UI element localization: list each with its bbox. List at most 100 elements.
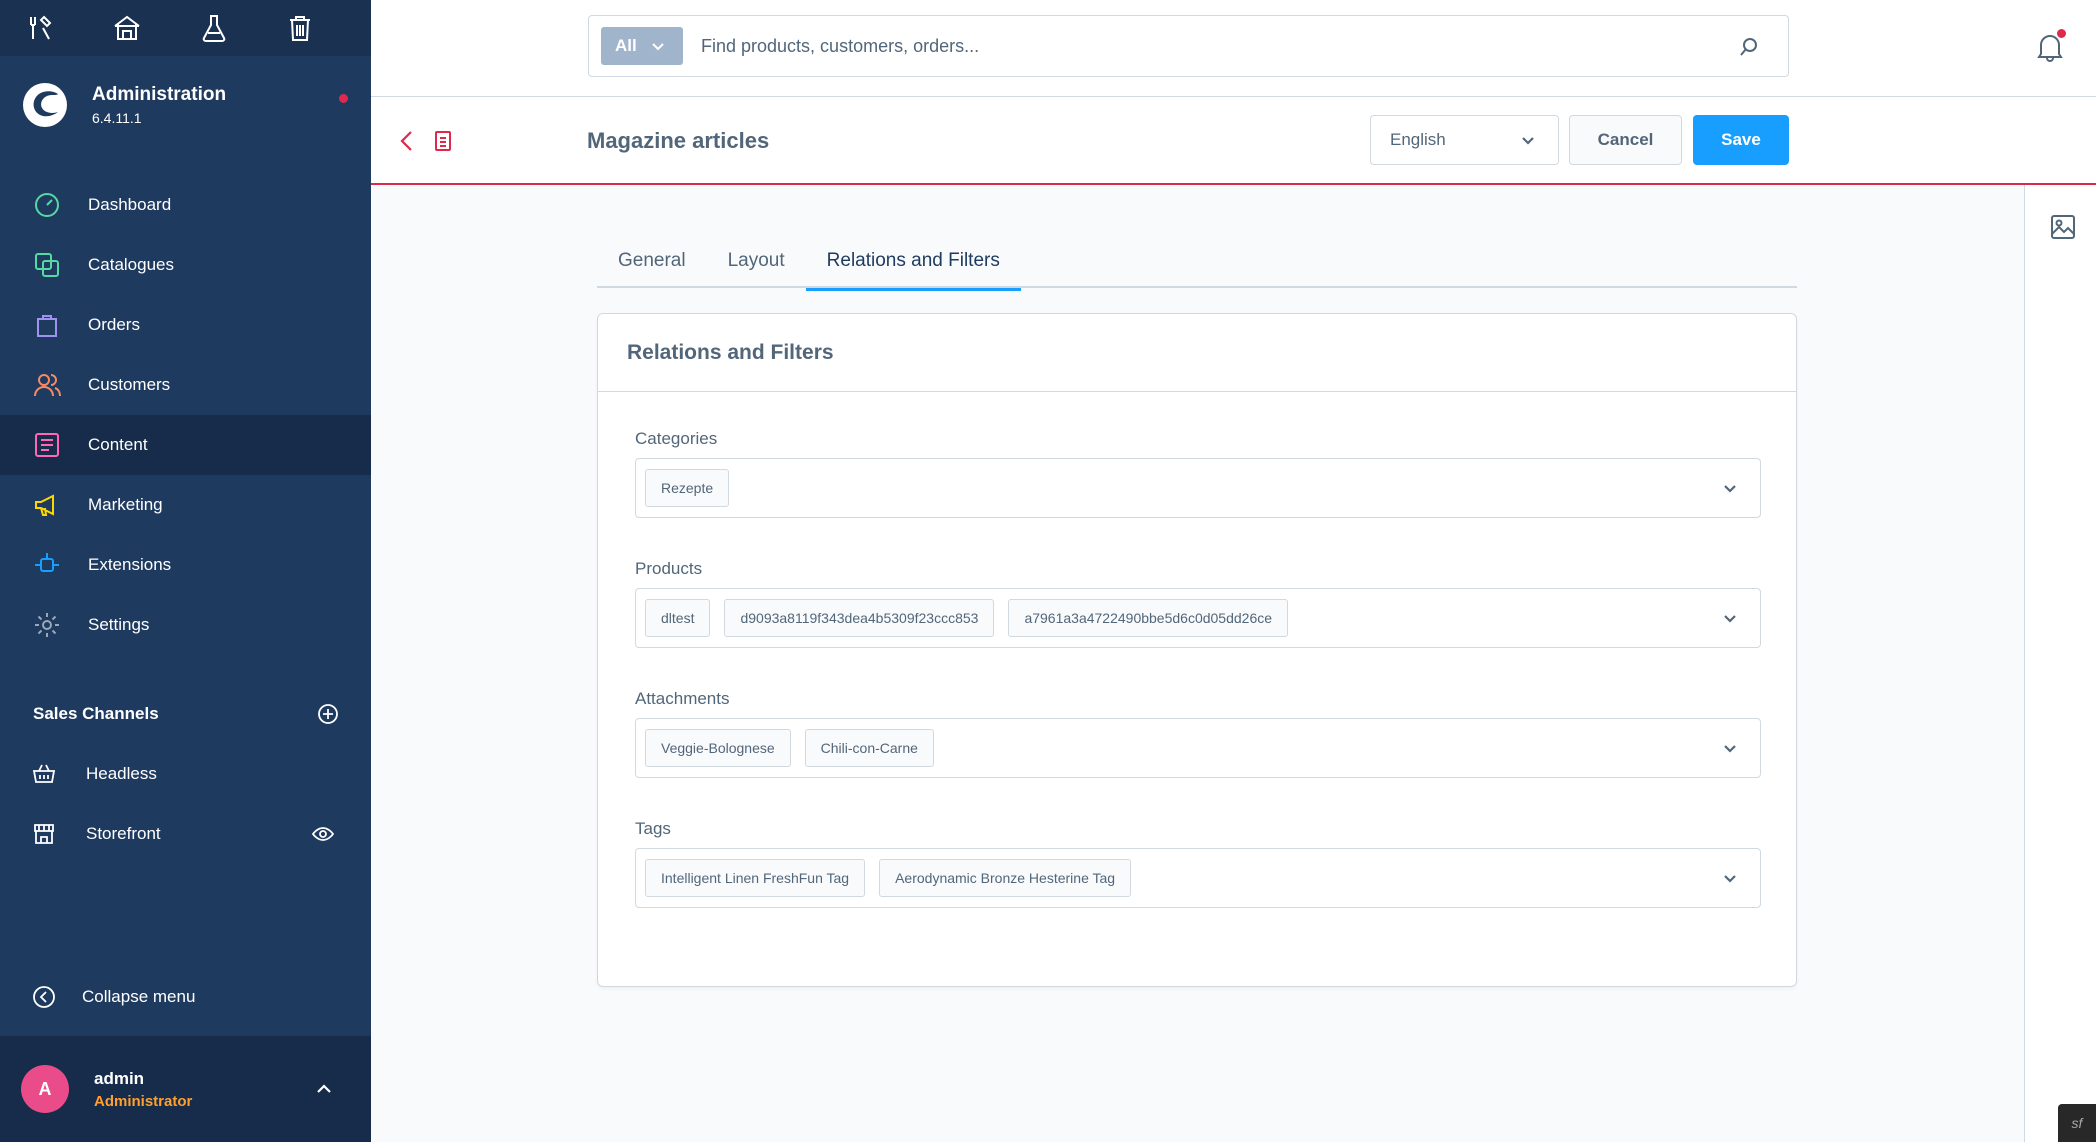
sidebar: Administration 6.4.11.1 Dashboard Catalo… <box>0 0 371 1142</box>
chevron-down-icon[interactable] <box>1722 480 1738 496</box>
selection-chip[interactable]: d9093a8119f343dea4b5309f23ccc853 <box>724 599 995 637</box>
top-bar: All <box>371 0 2096 97</box>
selection-chip[interactable]: Aerodynamic Bronze Hesterine Tag <box>879 859 1132 897</box>
sidebar-right: sf <box>2024 185 2096 1142</box>
user-info: admin Administrator <box>94 1069 192 1110</box>
back-arrow-icon[interactable] <box>397 129 417 153</box>
page-title: Magazine articles <box>587 128 770 153</box>
collapse-label: Collapse menu <box>82 987 196 1006</box>
notification-dot <box>2057 29 2066 38</box>
chevron-down-icon <box>652 43 664 51</box>
sales-channel-storefront[interactable]: Storefront <box>0 804 371 864</box>
nav-item-extensions[interactable]: Extensions <box>0 535 371 595</box>
dashboard-icon <box>32 190 62 220</box>
symfony-toolbar-icon[interactable]: sf <box>2058 1104 2096 1142</box>
chevron-down-icon[interactable] <box>1722 870 1738 886</box>
main-nav: Dashboard Catalogues Orders Customers Co… <box>0 175 371 655</box>
nav-item-catalogues[interactable]: Catalogues <box>0 235 371 295</box>
marketing-icon <box>32 490 62 520</box>
field-label: Products <box>635 559 703 578</box>
user-menu[interactable]: A admin Administrator <box>0 1036 371 1142</box>
nav-label: Settings <box>88 615 150 634</box>
customers-icon <box>32 370 62 400</box>
tab-general[interactable]: General <box>597 242 707 288</box>
catalogue-icon <box>32 250 62 280</box>
eye-icon[interactable] <box>311 822 335 846</box>
user-name: admin <box>94 1068 145 1088</box>
nav-label: Marketing <box>88 495 163 514</box>
tab-layout[interactable]: Layout <box>707 242 806 288</box>
tags-field: Tags Intelligent Linen FreshFun Tag Aero… <box>635 819 1761 908</box>
nav-item-content[interactable]: Content <box>0 415 371 475</box>
selection-chip[interactable]: Rezepte <box>645 469 730 507</box>
products-field: Products dltest d9093a8119f343dea4b5309f… <box>635 559 1761 648</box>
relations-card: Relations and Filters Categories Rezepte… <box>597 313 1797 987</box>
selection-chip[interactable]: Veggie-Bolognese <box>645 729 791 767</box>
brand-title: Administration <box>92 84 227 105</box>
save-button[interactable]: Save <box>1693 115 1789 165</box>
search-scope-select[interactable]: All <box>601 27 683 65</box>
brand-version: 6.4.11.1 <box>92 110 142 126</box>
language-label: English <box>1390 130 1446 149</box>
storefront-icon <box>32 822 56 846</box>
selection-chip[interactable]: a7961a3a4722490bbe5d6c0d05dd26ce <box>1008 599 1289 637</box>
orders-icon <box>32 310 62 340</box>
sales-channel-headless[interactable]: Headless <box>0 744 371 804</box>
language-switch[interactable]: English <box>1370 115 1559 165</box>
collapse-menu-button[interactable]: Collapse menu <box>32 985 195 1009</box>
chevron-down-icon[interactable] <box>1722 610 1738 626</box>
basket-icon <box>32 762 56 786</box>
chevron-down-icon[interactable] <box>1722 740 1738 756</box>
nav-item-settings[interactable]: Settings <box>0 595 371 655</box>
nav-label: Dashboard <box>88 195 172 214</box>
nav-label: Orders <box>88 315 140 334</box>
brand-text: Administration 6.4.11.1 <box>92 84 226 126</box>
field-label: Tags <box>635 819 671 838</box>
tab-relations-and-filters[interactable]: Relations and Filters <box>805 242 1022 291</box>
search-icon[interactable] <box>1738 36 1760 58</box>
shopware-logo-icon <box>23 83 67 127</box>
nav-label: Content <box>88 435 148 454</box>
chevron-up-icon[interactable] <box>315 1080 333 1098</box>
tags-select[interactable]: Intelligent Linen FreshFun Tag Aerodynam… <box>635 848 1761 908</box>
nav-label: Extensions <box>88 555 172 574</box>
document-icon <box>435 131 451 151</box>
cancel-button[interactable]: Cancel <box>1569 115 1682 165</box>
smart-bar: Magazine articles English Cancel Save <box>371 97 2096 185</box>
trash-icon[interactable] <box>285 0 371 56</box>
content-icon <box>32 430 62 460</box>
nav-item-dashboard[interactable]: Dashboard <box>0 175 371 235</box>
tools-icon[interactable] <box>26 0 112 56</box>
products-select[interactable]: dltest d9093a8119f343dea4b5309f23ccc853 … <box>635 588 1761 648</box>
nav-item-customers[interactable]: Customers <box>0 355 371 415</box>
nav-item-marketing[interactable]: Marketing <box>0 475 371 535</box>
sales-channel-label: Storefront <box>86 824 161 843</box>
field-label: Attachments <box>635 689 730 708</box>
image-icon[interactable] <box>2049 213 2077 241</box>
selection-chip[interactable]: dltest <box>645 599 711 637</box>
sales-channels-title: Sales Channels <box>33 704 159 723</box>
attachments-select[interactable]: Veggie-Bolognese Chili-con-Carne <box>635 718 1761 778</box>
selection-chip[interactable]: Intelligent Linen FreshFun Tag <box>645 859 866 897</box>
categories-select[interactable]: Rezepte <box>635 458 1761 518</box>
categories-field: Categories Rezepte <box>635 429 1761 518</box>
settings-icon <box>32 610 62 640</box>
nav-item-orders[interactable]: Orders <box>0 295 371 355</box>
tabs: General Layout Relations and Filters <box>597 242 1797 291</box>
flask-icon[interactable] <box>199 0 285 56</box>
search-input[interactable] <box>701 35 1721 57</box>
selection-chip[interactable]: Chili-con-Carne <box>804 729 934 767</box>
extensions-icon <box>32 550 62 580</box>
sales-channel-label: Headless <box>86 764 157 783</box>
search-scope-label: All <box>615 36 637 55</box>
storefront-home-icon[interactable] <box>112 0 198 56</box>
add-sales-channel-icon[interactable] <box>317 703 339 725</box>
avatar: A <box>21 1065 69 1113</box>
notification-dot <box>339 94 348 103</box>
notifications-button[interactable] <box>2036 29 2066 67</box>
field-label: Categories <box>635 429 718 448</box>
brand[interactable]: Administration 6.4.11.1 <box>22 82 348 128</box>
user-role: Administrator <box>94 1092 193 1110</box>
attachments-field: Attachments Veggie-Bolognese Chili-con-C… <box>635 689 1761 778</box>
nav-label: Customers <box>88 375 171 394</box>
